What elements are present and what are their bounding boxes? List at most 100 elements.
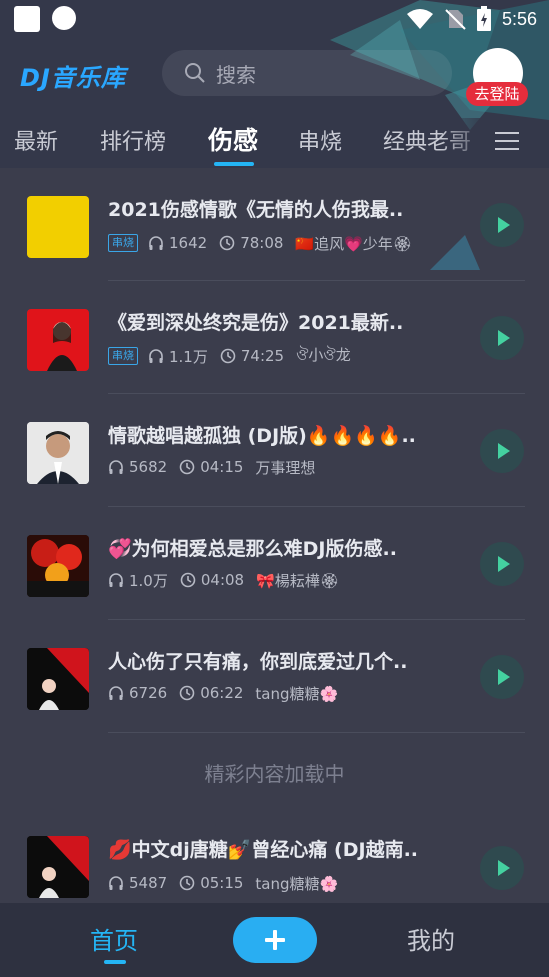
- play-icon: [498, 669, 510, 685]
- status-bar: 5:56: [0, 0, 549, 40]
- song-meta: 5682 04:15 万事理想: [108, 456, 315, 478]
- cover-portrait: [27, 648, 89, 710]
- headphones-icon: [109, 573, 123, 587]
- clock-icon: [220, 348, 236, 364]
- song-meta: 5487 05:15 tang糖糖🌸: [108, 872, 338, 894]
- play-button[interactable]: [480, 655, 524, 699]
- medley-tag: 串烧: [108, 234, 138, 252]
- notification-circle-icon: [52, 6, 76, 30]
- song-title: 情歌越唱越孤独 (DJ版)🔥🔥🔥🔥..: [108, 425, 416, 447]
- headphones-icon: [109, 876, 123, 890]
- play-count: 1.1万: [169, 347, 208, 366]
- song-title: 《爱到深处终究是伤》2021最新..: [108, 312, 404, 334]
- duration: 05:15: [200, 874, 244, 892]
- tab-medley[interactable]: 串烧: [298, 124, 342, 156]
- author: ঔ小ঔ龙: [296, 345, 351, 364]
- author: 🇨🇳追风💗少年🏵: [295, 234, 412, 253]
- headphones-icon: [109, 686, 123, 700]
- author: tang糖糖🌸: [255, 874, 339, 893]
- search-placeholder: 搜索: [216, 62, 256, 87]
- cover-thumbnail: [27, 196, 89, 258]
- song-meta: 6726 06:22 tang糖糖🌸: [108, 682, 338, 704]
- notification-square-icon: [14, 6, 40, 32]
- play-count: 6726: [129, 684, 168, 702]
- play-icon: [498, 556, 510, 572]
- cover-portrait: [47, 322, 77, 371]
- category-tabs: 最新 排行榜 伤感 串烧 经典老哥: [0, 118, 549, 166]
- clock-icon: [179, 685, 195, 701]
- cover-thumbnail: [27, 309, 89, 371]
- nav-home[interactable]: 首页: [90, 921, 138, 956]
- search-icon: [185, 63, 205, 83]
- nav-mine[interactable]: 我的: [407, 921, 455, 956]
- play-count: 5682: [129, 458, 168, 476]
- play-button[interactable]: [480, 316, 524, 360]
- song-title: 人心伤了只有痛，你到底爱过几个..: [108, 651, 408, 673]
- duration: 06:22: [200, 684, 244, 702]
- app-logo: DJ音乐库: [20, 64, 126, 92]
- cover-roses: [27, 535, 89, 597]
- song-title: 2021伤感情歌《无情的人伤我最..: [108, 199, 404, 221]
- duration: 04:15: [200, 458, 244, 476]
- author: 🎀楊耘樺🏵: [256, 571, 339, 590]
- play-icon: [498, 860, 510, 876]
- active-tab-indicator: [214, 162, 254, 166]
- song-title: 💋中文dj唐糖💅曾经心痛 (DJ越南..: [108, 839, 419, 861]
- nav-active-indicator: [104, 960, 126, 964]
- menu-icon[interactable]: [493, 129, 521, 153]
- tab-latest[interactable]: 最新: [14, 124, 58, 156]
- clock-icon: [179, 875, 195, 891]
- play-count: 1.0万: [129, 571, 168, 590]
- headphones-icon: [109, 460, 123, 474]
- cover-thumbnail: [27, 422, 89, 484]
- cover-portrait: [27, 422, 89, 484]
- cover-thumbnail: [27, 648, 89, 710]
- duration: 74:25: [240, 347, 285, 365]
- add-button[interactable]: [233, 917, 317, 963]
- duration: 04:08: [200, 571, 245, 589]
- list-item[interactable]: 人心伤了只有痛，你到底爱过几个.. 6726 06:22 tang糖糖🌸: [0, 620, 549, 733]
- song-meta: 1.0万 04:08 🎀楊耘樺🏵: [108, 569, 339, 591]
- song-title: 💞为何相爱总是那么难DJ版伤感..: [108, 538, 397, 560]
- play-button[interactable]: [480, 203, 524, 247]
- clock: 5:56: [501, 8, 537, 29]
- cover-thumbnail: [27, 535, 89, 597]
- tab-fade: [440, 118, 490, 166]
- loading-text: 精彩内容加载中: [204, 762, 345, 786]
- medley-tag: 串烧: [108, 347, 138, 365]
- play-count: 5487: [129, 874, 168, 892]
- song-meta: 串烧 1642 78:08 🇨🇳追风💗少年🏵: [108, 232, 412, 254]
- play-icon: [498, 330, 510, 346]
- plus-icon: [265, 930, 285, 950]
- list-item[interactable]: 2021伤感情歌《无情的人伤我最.. 串烧 1642 78:08 🇨🇳追风💗少年…: [0, 168, 549, 281]
- login-button[interactable]: 去登陆: [466, 82, 528, 106]
- play-count: 1642: [169, 234, 208, 252]
- play-button[interactable]: [480, 846, 524, 890]
- play-icon: [498, 443, 510, 459]
- author: 万事理想: [255, 458, 316, 477]
- duration: 78:08: [240, 234, 284, 252]
- clock-icon: [180, 572, 196, 588]
- tab-sad[interactable]: 伤感: [208, 121, 258, 157]
- list-item[interactable]: 《爱到深处终究是伤》2021最新.. 串烧 1.1万 74:25 ঔ小ঔ龙: [0, 281, 549, 394]
- search-bar[interactable]: 搜索: [162, 50, 452, 96]
- clock-icon: [179, 459, 195, 475]
- list-item[interactable]: 情歌越唱越孤独 (DJ版)🔥🔥🔥🔥.. 5682 04:15 万事理想: [0, 394, 549, 507]
- play-button[interactable]: [480, 429, 524, 473]
- wifi-icon: [406, 9, 433, 29]
- play-button[interactable]: [480, 542, 524, 586]
- list-item[interactable]: 💞为何相爱总是那么难DJ版伤感.. 1.0万 04:08 🎀楊耘樺🏵: [0, 507, 549, 620]
- no-sim-icon: [445, 9, 466, 30]
- bottom-navigation: 首页 我的: [0, 903, 549, 977]
- song-meta: 串烧 1.1万 74:25 ঔ小ঔ龙: [108, 345, 351, 367]
- battery-icon: [476, 6, 491, 31]
- play-icon: [498, 217, 510, 233]
- cover-thumbnail: [27, 836, 89, 898]
- headphones-icon: [149, 349, 163, 363]
- author: tang糖糖🌸: [255, 684, 339, 703]
- tab-ranking[interactable]: 排行榜: [100, 124, 166, 156]
- cover-portrait: [27, 836, 89, 898]
- divider: [108, 732, 525, 733]
- headphones-icon: [149, 236, 163, 250]
- clock-icon: [219, 235, 235, 251]
